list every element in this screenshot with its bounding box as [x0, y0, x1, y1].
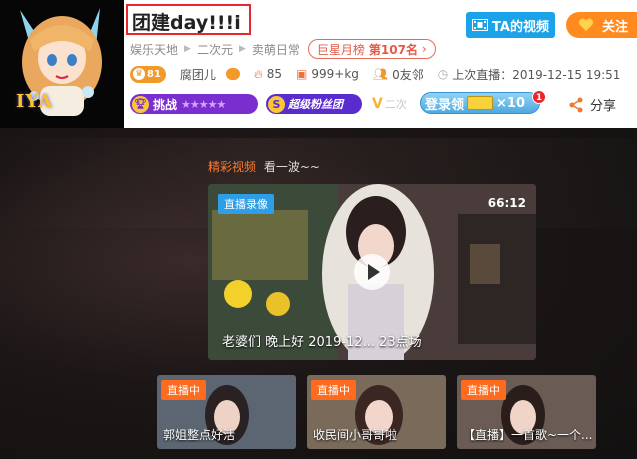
highlights-title: 精彩视频: [208, 160, 257, 174]
level-icon: ♛: [133, 68, 145, 80]
heat-value: 85: [266, 67, 283, 81]
login-reward-count: ×10: [496, 95, 525, 111]
film-icon: [472, 19, 489, 31]
weight-icon: ▣: [296, 67, 308, 81]
follow-label: 关注: [602, 19, 629, 35]
ta-video-button[interactable]: TA的视频: [466, 12, 555, 38]
heart-icon: [578, 18, 594, 31]
room-header: IYA 团建day!!!i TA的视频 关注 娱乐天地 ▶ 二次元 ▶ 卖萌日常…: [0, 0, 637, 128]
chevron-right-icon: ›: [421, 42, 427, 56]
flame-icon: 🔥︎: [253, 66, 263, 81]
live-caption-2: 收民间小哥哥啦: [313, 428, 398, 442]
highlights-subtitle: 看一波~~: [263, 160, 320, 174]
star-rating: ★★★★★: [181, 97, 226, 111]
level-value: 81: [147, 68, 161, 80]
neighbors-value[interactable]: 0友邻: [392, 66, 424, 83]
streamer-stats-row: ♛ 81 腐团儿 🔥︎ 85 ▣ 999+kg 👥︎ 0友邻 ◷ 上次直播：20…: [130, 63, 620, 85]
login-reward-button[interactable]: 登录领 ×10 1: [420, 90, 546, 114]
clock-icon: ◷: [437, 67, 449, 81]
chat-icon[interactable]: [225, 63, 240, 80]
monthly-rank-badge[interactable]: 巨星月榜 第107名 ›: [307, 39, 436, 59]
ticket-icon: [467, 96, 494, 110]
live-caption-3: 【直播】一首歌~一个...: [463, 428, 593, 442]
play-icon[interactable]: [354, 254, 390, 290]
live-tag: 直播中: [161, 380, 206, 400]
login-reward-label: 登录领: [425, 97, 465, 113]
level-badge: ♛ 81: [130, 65, 166, 83]
rank-value: 第107名: [368, 42, 418, 57]
v-label: 二次: [384, 98, 407, 111]
featured-video-card[interactable]: 直播录像 66:12 老婆们 晚上好 2019-12... 23点场: [208, 184, 536, 360]
challenge-badge[interactable]: 🏆︎ 挑战 ★★★★★: [130, 94, 258, 114]
rank-label: 巨星月榜: [316, 42, 365, 57]
chevron-right-icon: ▶: [184, 44, 191, 54]
challenge-label: 挑战: [153, 97, 178, 112]
weight-value: 999+kg: [311, 67, 359, 81]
ta-video-label: TA的视频: [492, 19, 549, 35]
v-icon: V: [372, 96, 383, 112]
live-caption-1: 郭姐整点好活: [163, 428, 236, 442]
category-link-2[interactable]: 二次元: [197, 41, 233, 58]
notification-badge: 1: [532, 90, 546, 104]
category-link-3[interactable]: 卖萌日常: [252, 41, 300, 58]
super-fans-badge[interactable]: S 超级粉丝团: [266, 94, 362, 114]
streamer-name[interactable]: 腐团儿: [180, 66, 216, 83]
live-card-1[interactable]: 直播中 郭姐整点好活: [157, 375, 296, 449]
avatar-logo-text: IYA: [16, 91, 54, 112]
featured-video-caption: 老婆们 晚上好 2019-12... 23点场: [222, 335, 422, 350]
trophy-icon: 🏆︎: [132, 95, 149, 113]
room-title: 团建day!!!i: [126, 4, 251, 35]
last-live-text: 上次直播：2019-12-15 19:51: [452, 67, 621, 82]
highlights-heading: 精彩视频 看一波~~: [208, 158, 320, 175]
replay-tag: 直播录像: [218, 194, 274, 214]
live-card-2[interactable]: 直播中 收民间小哥哥啦: [307, 375, 446, 449]
streamer-avatar[interactable]: IYA: [0, 0, 124, 128]
users-icon: 👥︎: [372, 67, 389, 81]
category-link-1[interactable]: 娱乐天地: [130, 41, 178, 58]
live-card-3[interactable]: 直播中 【直播】一首歌~一个...: [457, 375, 596, 449]
share-label: 分享: [590, 99, 617, 114]
fans-icon: S: [268, 95, 285, 113]
share-icon: [569, 97, 583, 112]
live-thumbnails: 直播中 郭姐整点好活 直播中 收民间小哥哥啦 直播中 【直播】一首歌~一个...: [157, 375, 597, 449]
share-button[interactable]: 分享: [568, 95, 616, 114]
video-stage: 精彩视频 看一波~~ 直播录像 66:12 老婆们 晚上好 2019-12...…: [0, 128, 637, 459]
badges-row: 🏆︎ 挑战 ★★★★★ S 超级粉丝团 V 二次: [130, 92, 407, 116]
video-duration: 66:12: [487, 196, 526, 210]
category-row: 娱乐天地 ▶ 二次元 ▶ 卖萌日常 巨星月榜 第107名 ›: [130, 38, 436, 60]
follow-button[interactable]: 关注: [566, 12, 637, 38]
live-tag: 直播中: [461, 380, 506, 400]
chevron-right-icon: ▶: [238, 44, 246, 54]
fans-label: 超级粉丝团: [288, 98, 343, 111]
live-tag: 直播中: [311, 380, 356, 400]
